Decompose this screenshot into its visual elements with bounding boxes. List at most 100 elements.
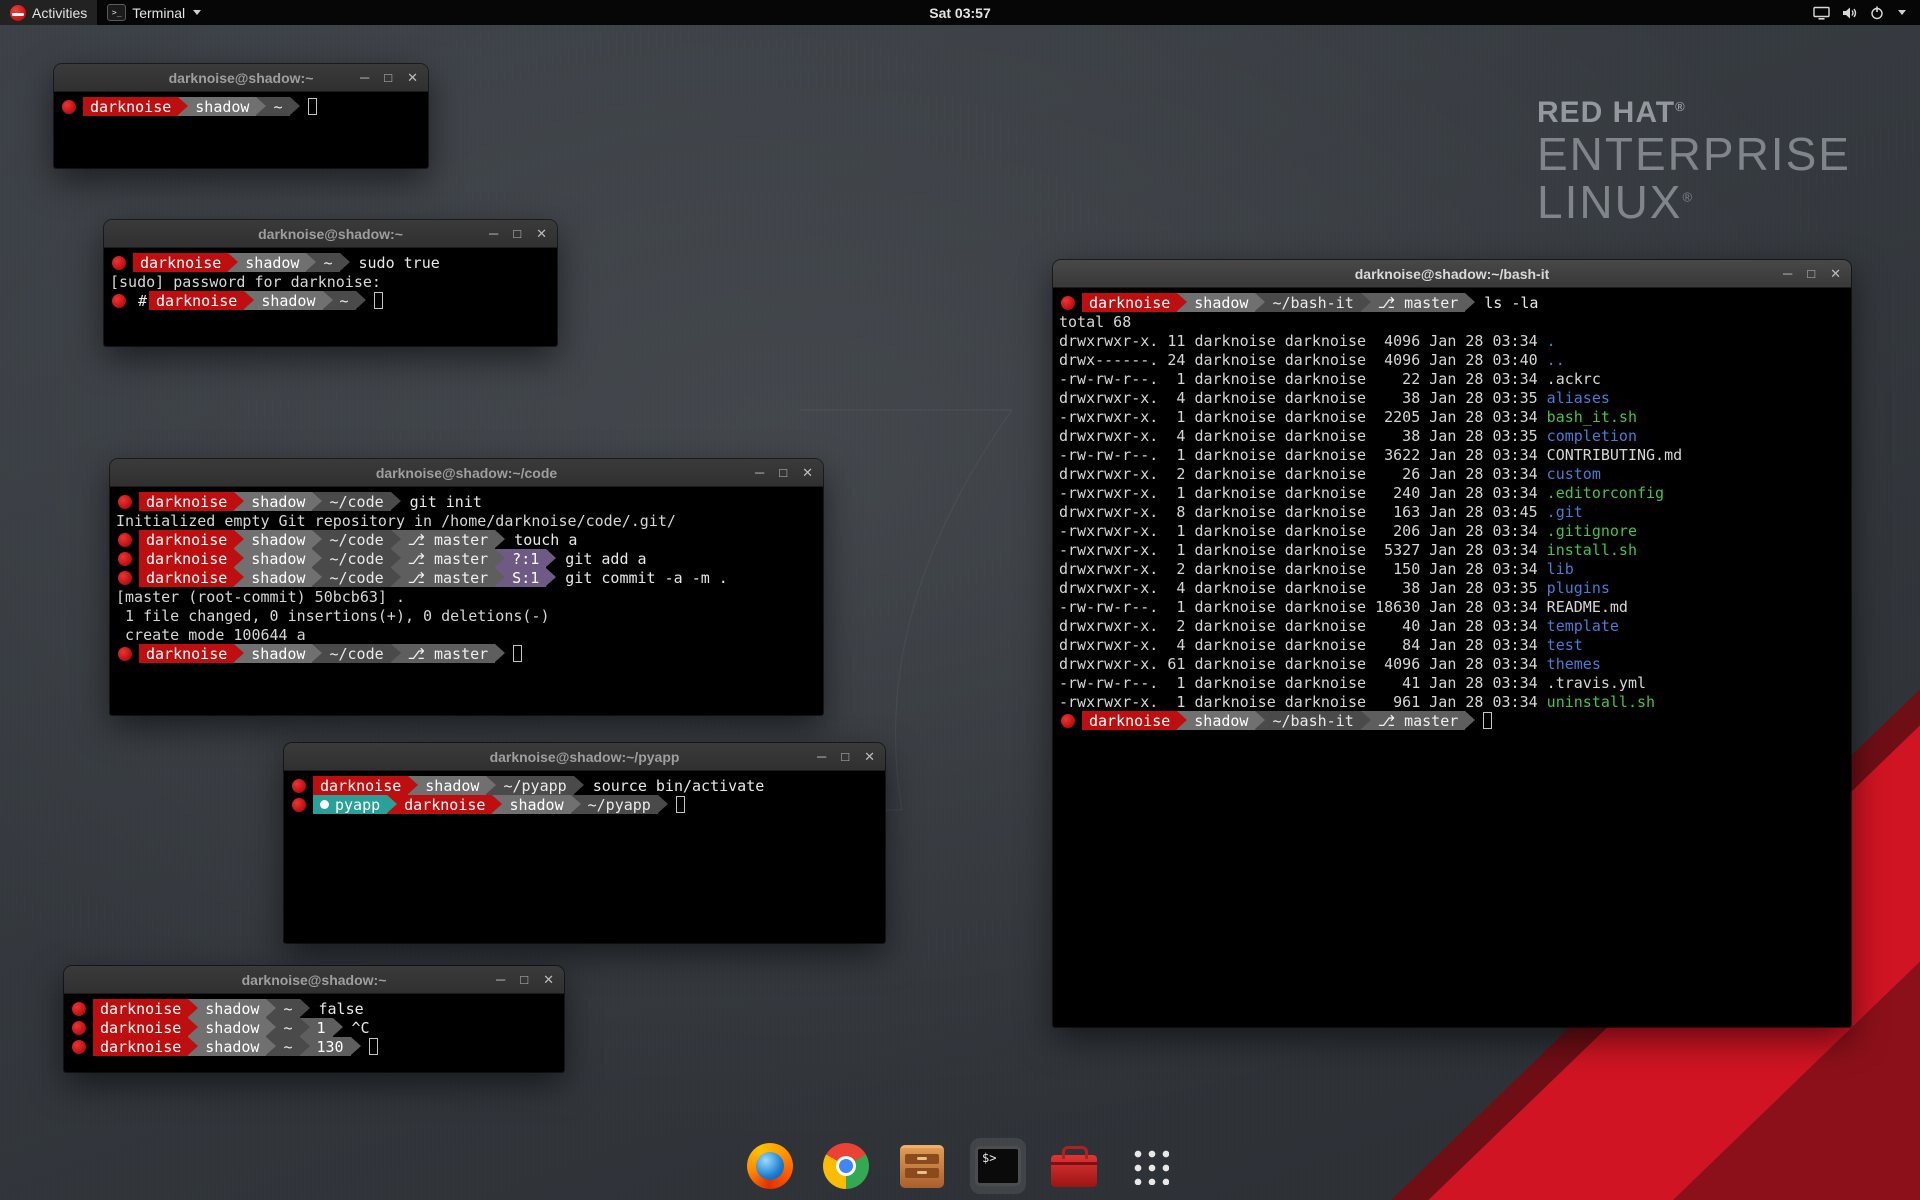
redhat-prompt-icon <box>72 1021 86 1035</box>
terminal-line: darknoiseshadow~/pyappsource bin/activat… <box>290 776 879 795</box>
directory-name: .. <box>1547 351 1565 369</box>
executable-name: .gitignore <box>1547 522 1637 540</box>
titlebar[interactable]: darknoise@shadow:~/pyapp ─ □ ✕ <box>284 743 885 771</box>
terminal-window-bash-it[interactable]: darknoise@shadow:~/bash-it ─ □ ✕ darknoi… <box>1053 260 1851 1027</box>
close-button[interactable]: ✕ <box>802 466 813 479</box>
terminal-content[interactable]: darknoiseshadow~/pyappsource bin/activat… <box>284 771 885 943</box>
titlebar[interactable]: darknoise@shadow:~ ─ □ ✕ <box>54 64 428 92</box>
powerline-arrow <box>234 549 244 568</box>
terminal-line: -rwxrwxr-x. 1 darknoise darknoise 206 Ja… <box>1059 521 1845 540</box>
terminal-window-sudo[interactable]: darknoise@shadow:~ ─ □ ✕ darknoiseshadow… <box>104 220 557 346</box>
output-text: [sudo] password for darknoise: <box>110 273 381 291</box>
powerline-arrow <box>234 644 244 663</box>
dock-chrome[interactable] <box>818 1138 874 1194</box>
terminal-content[interactable]: darknoiseshadow~falsedarknoiseshadow~1^C… <box>64 994 564 1072</box>
titlebar[interactable]: darknoise@shadow:~ ─ □ ✕ <box>104 220 557 248</box>
close-button[interactable]: ✕ <box>1830 267 1841 280</box>
terminal-line: total 68 <box>1059 312 1845 331</box>
firefox-icon <box>747 1143 793 1189</box>
directory-name: test <box>1547 636 1583 654</box>
terminal-line: drwxrwxr-x. 2 darknoise darknoise 40 Jan… <box>1059 616 1845 635</box>
minimize-button[interactable]: ─ <box>496 973 505 986</box>
titlebar[interactable]: darknoise@shadow:~ ─ □ ✕ <box>64 966 564 994</box>
output-text: drwxrwxr-x. 2 darknoise darknoise 150 Ja… <box>1059 560 1547 578</box>
clock[interactable]: Sat 03:57 <box>919 0 1000 25</box>
output-text: drwxrwxr-x. 2 darknoise darknoise 40 Jan… <box>1059 617 1547 635</box>
dock-firefox[interactable] <box>742 1138 798 1194</box>
maximize-button[interactable]: □ <box>841 750 849 763</box>
terminal-line: [sudo] password for darknoise: <box>110 272 551 291</box>
maximize-button[interactable]: □ <box>1807 267 1815 280</box>
terminal-content[interactable]: darknoiseshadow~/codegit initInitialized… <box>110 487 823 715</box>
terminal-window-code[interactable]: darknoise@shadow:~/code ─ □ ✕ darknoise s… <box>110 459 823 715</box>
executable-name: uninstall.sh <box>1547 693 1655 711</box>
dock-terminal[interactable] <box>970 1138 1026 1194</box>
close-button[interactable]: ✕ <box>543 973 554 986</box>
prompt-segment-user: darknoise <box>133 253 228 272</box>
system-status-area[interactable] <box>1803 0 1916 25</box>
prompt-segment-host: shadow <box>244 644 312 663</box>
terminal-line: 1 file changed, 0 insertions(+), 0 delet… <box>116 606 817 625</box>
top-bar: Activities Terminal Sat 03:57 <box>0 0 1920 25</box>
python-venv-icon <box>320 800 329 809</box>
app-menu-terminal[interactable]: Terminal <box>97 0 211 25</box>
terminal-line: drwxrwxr-x. 8 darknoise darknoise 163 Ja… <box>1059 502 1845 521</box>
dock-show-applications[interactable] <box>1122 1138 1178 1194</box>
prompt-segment-user: darknoise <box>139 530 234 549</box>
terminal-window-home-2[interactable]: darknoise@shadow:~ ─ □ ✕ darknoiseshadow… <box>64 966 564 1072</box>
prompt-segment-gitst: ?:1 <box>505 549 546 568</box>
maximize-button[interactable]: □ <box>779 466 787 479</box>
maximize-button[interactable]: □ <box>520 973 528 986</box>
output-text: total 68 <box>1059 313 1131 331</box>
minimize-button[interactable]: ─ <box>360 71 369 84</box>
prompt-segment-path: ~ <box>276 1037 299 1056</box>
prompt-segment-host: shadow <box>198 999 266 1018</box>
minimize-button[interactable]: ─ <box>1783 267 1792 280</box>
minimize-button[interactable]: ─ <box>755 466 764 479</box>
powerline-arrow <box>188 999 198 1018</box>
terminal-line: Initialized empty Git repository in /hom… <box>116 511 817 530</box>
terminal-content[interactable]: darknoiseshadow~/bash-it⎇ masterls -lato… <box>1053 288 1851 1027</box>
redhat-prompt-icon <box>1061 714 1075 728</box>
output-text: drwxrwxr-x. 11 darknoise darknoise 4096 … <box>1059 332 1547 350</box>
powerline-arrow <box>1361 293 1371 312</box>
redhat-prompt-icon <box>118 571 132 585</box>
titlebar[interactable]: darknoise@shadow:~/code ─ □ ✕ <box>110 459 823 487</box>
terminal-content[interactable]: darknoiseshadow~ <box>54 92 428 168</box>
minimize-button[interactable]: ─ <box>489 227 498 240</box>
redhat-prompt-icon <box>112 294 126 308</box>
file-name: .ackrc <box>1547 370 1601 388</box>
prompt-segment-git: ⎇ master <box>401 644 496 663</box>
terminal-window-pyapp[interactable]: darknoise@shadow:~/pyapp ─ □ ✕ darknoise… <box>284 743 885 943</box>
prompt-segment-path: ~ <box>266 97 289 116</box>
titlebar[interactable]: darknoise@shadow:~/bash-it ─ □ ✕ <box>1053 260 1851 288</box>
maximize-button[interactable]: □ <box>384 71 392 84</box>
window-controls: ─ □ ✕ <box>1783 260 1841 287</box>
close-button[interactable]: ✕ <box>407 71 418 84</box>
powerline-arrow <box>300 999 310 1018</box>
app-menu-label: Terminal <box>132 5 185 21</box>
command-text: false <box>319 1000 364 1018</box>
dock-software-toolbox[interactable] <box>1046 1138 1102 1194</box>
directory-name: lib <box>1547 560 1574 578</box>
dock-files[interactable] <box>894 1138 950 1194</box>
powerline-arrow <box>546 549 556 568</box>
powerline-arrow <box>391 492 401 511</box>
close-button[interactable]: ✕ <box>864 750 875 763</box>
activities-button[interactable]: Activities <box>0 0 97 25</box>
window-controls: ─ □ ✕ <box>755 459 813 486</box>
prompt-segment-host: shadow <box>244 492 312 511</box>
prompt-segment-user: darknoise <box>83 97 178 116</box>
minimize-button[interactable]: ─ <box>817 750 826 763</box>
close-button[interactable]: ✕ <box>536 227 547 240</box>
terminal-content[interactable]: darknoiseshadow~sudo true[sudo] password… <box>104 248 557 346</box>
maximize-button[interactable]: □ <box>513 227 521 240</box>
prompt-segment-path: ~ <box>276 1018 299 1037</box>
output-text: -rw-rw-r--. 1 darknoise darknoise 18630 … <box>1059 598 1547 616</box>
powerline-arrow <box>492 795 502 814</box>
output-text: Initialized empty Git repository in /hom… <box>116 512 676 530</box>
display-icon <box>1813 6 1830 20</box>
powerline-arrow <box>391 568 401 587</box>
terminal-window-home-1[interactable]: darknoise@shadow:~ ─ □ ✕ darknoiseshadow… <box>54 64 428 168</box>
terminal-line: -rwxrwxr-x. 1 darknoise darknoise 2205 J… <box>1059 407 1845 426</box>
